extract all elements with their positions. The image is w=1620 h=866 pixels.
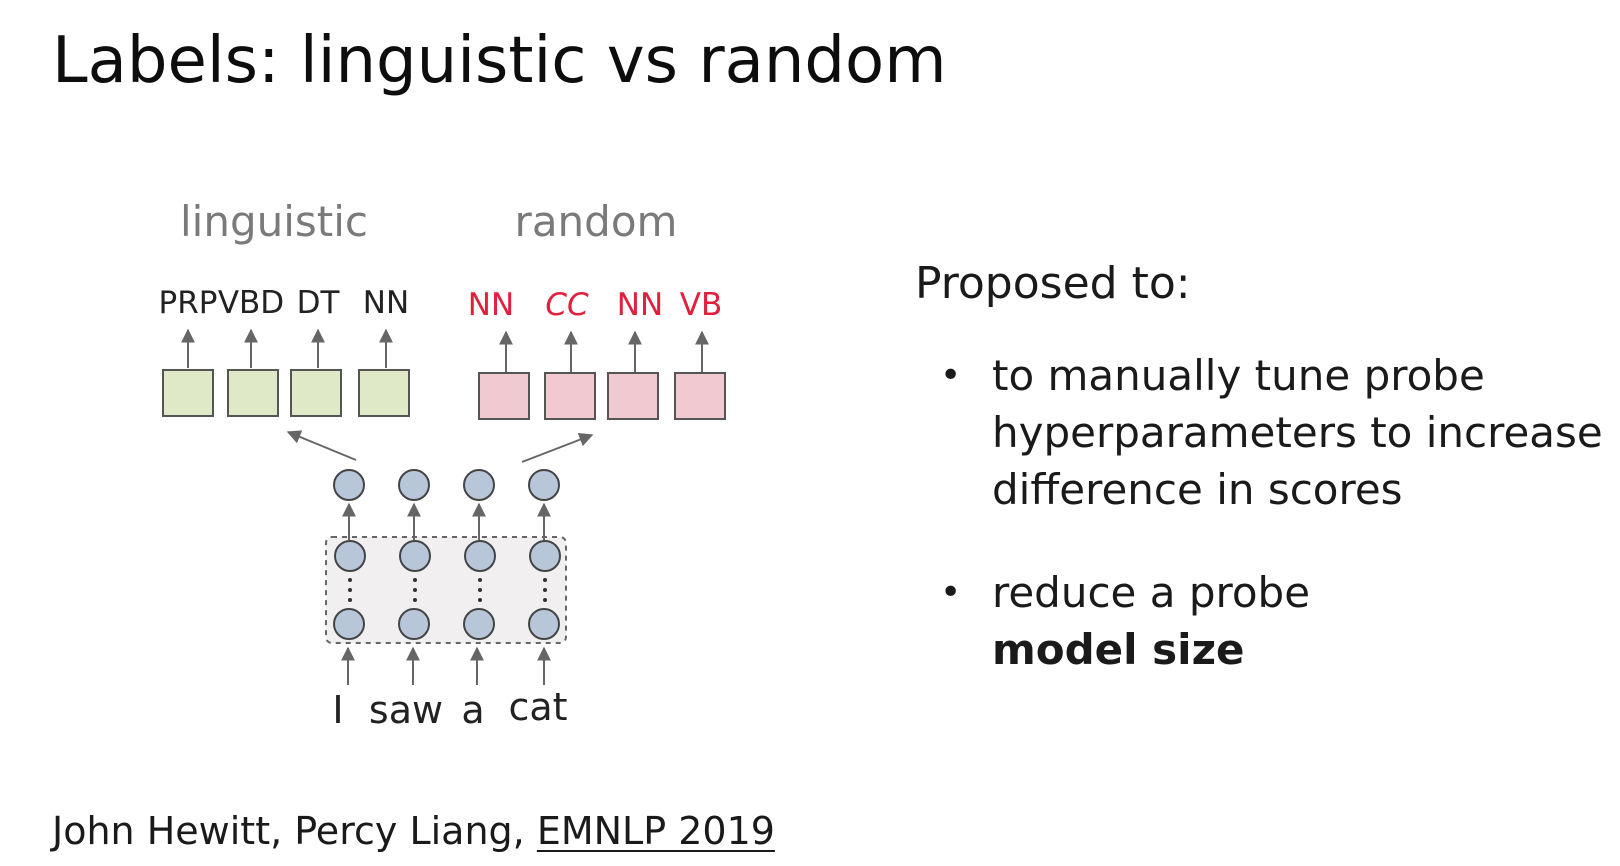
random-tag: NN bbox=[468, 287, 514, 323]
bullet-point: • bbox=[940, 355, 962, 396]
encoder-bottom-node bbox=[333, 608, 365, 640]
encoder-bottom-node bbox=[528, 608, 560, 640]
linguistic-tag: NN bbox=[363, 285, 409, 321]
proposal-reduce-model-size: • reduce a probe model size bbox=[915, 564, 1615, 678]
random-output-box bbox=[674, 372, 726, 420]
linguistic-output-box bbox=[227, 369, 279, 417]
sentence-word: saw bbox=[369, 688, 443, 732]
linguistic-tag: VBD bbox=[218, 285, 284, 321]
linguistic-output-box bbox=[290, 369, 342, 417]
sentence-word: a bbox=[461, 688, 484, 732]
linguistic-tag: PRP bbox=[159, 285, 218, 321]
random-output-box bbox=[544, 372, 596, 420]
random-output-box bbox=[607, 372, 659, 420]
proposed-panel: Proposed to: • to manually tune probe hy… bbox=[915, 255, 1615, 678]
citation-authors: John Hewitt, Percy Liang, bbox=[52, 809, 537, 853]
representation-node bbox=[333, 469, 365, 501]
probe-to-random-arrow bbox=[521, 433, 594, 463]
encoder-top-node bbox=[399, 540, 431, 572]
representation-node bbox=[398, 469, 430, 501]
linguistic-output-box bbox=[162, 369, 214, 417]
probe-labels-diagram: linguistic random PRP VBD DT NN NN CC NN… bbox=[159, 197, 726, 732]
sentence-word: cat bbox=[508, 685, 567, 729]
bullet-point: • bbox=[940, 572, 962, 613]
representation-node bbox=[463, 469, 495, 501]
proposal-line: reduce a probe bbox=[992, 568, 1311, 617]
encoder-top-node bbox=[529, 540, 561, 572]
sentence-word: I bbox=[332, 688, 343, 732]
encoder-bottom-node bbox=[463, 608, 495, 640]
encoder-top-node bbox=[464, 540, 496, 572]
citation-venue-link[interactable]: EMNLP 2019 bbox=[537, 809, 775, 853]
random-output-box bbox=[478, 372, 530, 420]
proposal-line: difference in scores bbox=[992, 465, 1403, 514]
random-tag: CC bbox=[545, 287, 589, 323]
linguistic-group-label: linguistic bbox=[180, 197, 368, 246]
encoder-top-node bbox=[334, 540, 366, 572]
linguistic-output-box bbox=[358, 369, 410, 417]
probe-to-linguistic-arrow bbox=[286, 430, 357, 461]
proposal-list: • to manually tune probe hyperparameters… bbox=[915, 347, 1615, 678]
random-tag: VB bbox=[680, 287, 722, 323]
random-group-label: random bbox=[515, 197, 678, 246]
encoder-bottom-node bbox=[398, 608, 430, 640]
proposed-heading: Proposed to: bbox=[915, 258, 1191, 309]
proposal-tune-hyperparameters: • to manually tune probe hyperparameters… bbox=[915, 347, 1615, 518]
random-tag: NN bbox=[617, 287, 663, 323]
representation-node bbox=[528, 469, 560, 501]
citation: John Hewitt, Percy Liang, EMNLP 2019 bbox=[52, 806, 775, 856]
linguistic-tag: DT bbox=[297, 285, 341, 321]
proposal-emphasis: model size bbox=[992, 625, 1245, 674]
proposal-line: to manually tune probe bbox=[992, 351, 1485, 400]
proposal-line: hyperparameters to increase bbox=[992, 408, 1603, 457]
